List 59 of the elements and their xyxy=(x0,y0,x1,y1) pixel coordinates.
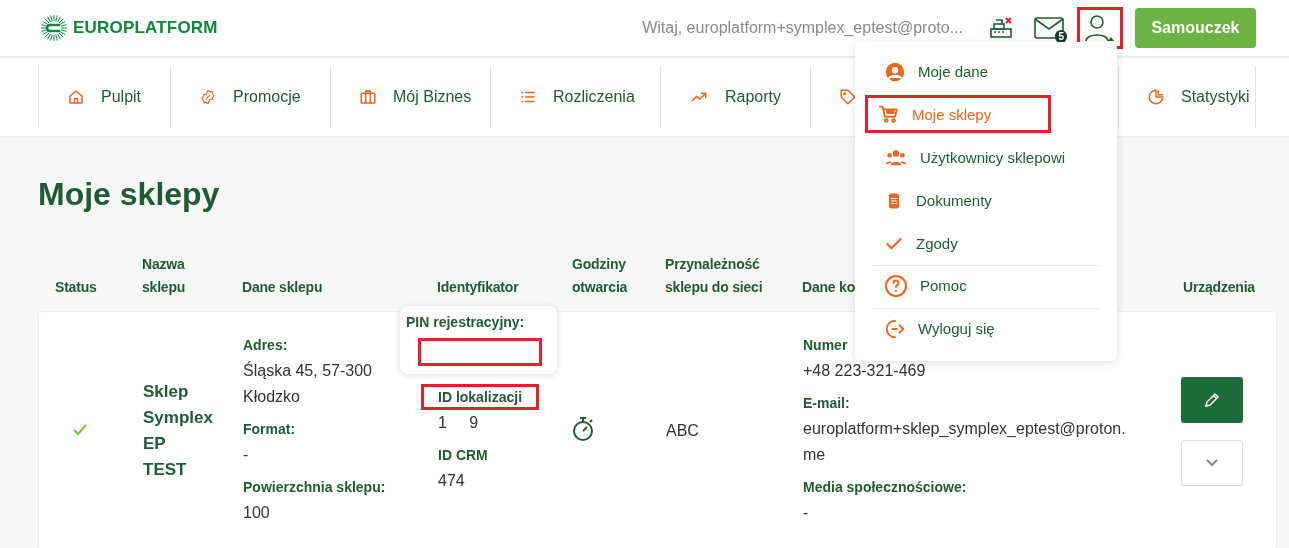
field-value: 100 xyxy=(243,503,271,523)
column-header: Przynależność sklepu do sieci xyxy=(665,256,763,295)
column-header: Dane sklepu xyxy=(242,279,323,295)
stopwatch-icon xyxy=(572,416,594,442)
percent-badge-icon xyxy=(199,88,217,106)
column-header: Status xyxy=(55,279,97,295)
menu-item[interactable]: Zgody xyxy=(871,222,1101,265)
field-value: 474 xyxy=(438,471,466,491)
menu-item[interactable]: Dokumenty xyxy=(871,179,1101,222)
menu-item[interactable]: Wyloguj się xyxy=(871,308,1101,351)
pencil-icon xyxy=(1203,390,1221,409)
field-label: Format: xyxy=(242,420,297,439)
field-label: Media społecznościowe: xyxy=(802,478,968,497)
cash-register-icon xyxy=(988,15,1014,41)
field-value: - xyxy=(243,445,250,465)
chevron-down-icon xyxy=(1206,458,1218,467)
column-header: Identyfikator xyxy=(437,279,519,295)
tag-icon xyxy=(839,88,857,106)
field-value: - xyxy=(803,503,810,523)
logo-text: EUROPLATFORM xyxy=(73,18,218,38)
greeting-text: Witaj, europlatform+symplex_eptest@proto... xyxy=(642,19,963,37)
column-header: Nazwa sklepu xyxy=(142,256,186,295)
column-header: Urządzenia xyxy=(1183,279,1255,295)
nav-item[interactable]: Promocje xyxy=(170,66,330,128)
field-label: Powierzchnia sklepu: xyxy=(242,478,387,497)
column-header: Dane ko xyxy=(802,279,856,295)
nav-item[interactable]: Mój Biznes xyxy=(330,66,490,128)
network-value: ABC xyxy=(666,422,700,440)
page-title: Moje sklepy xyxy=(38,176,220,214)
column-header: Godziny otwarcia xyxy=(572,256,628,295)
edit-button[interactable] xyxy=(1181,376,1243,423)
menu-item[interactable]: Użytkownicy sklepowi xyxy=(871,136,1101,179)
pin-label: PIN rejestracyjny: xyxy=(406,313,526,332)
briefcase-icon xyxy=(359,88,377,106)
field-value: +48 223-321-469 xyxy=(803,361,927,381)
nav-item[interactable]: Raporty xyxy=(660,66,810,128)
menu-item[interactable]: Moje dane xyxy=(871,50,1101,93)
field-label: ID lokalizacji xyxy=(421,384,540,410)
logo-icon xyxy=(40,14,68,42)
field-label: Numer xyxy=(802,336,849,355)
field-label: Adres: xyxy=(242,336,289,355)
home-icon xyxy=(67,88,85,106)
question-icon xyxy=(884,273,908,298)
pie-chart-icon xyxy=(1147,88,1165,106)
field-label: E-mail: xyxy=(802,394,851,413)
field-value: Śląska 45, 57-300 Kłodzko xyxy=(243,360,373,407)
store-name: Sklep Symplex EP TEST xyxy=(143,381,213,481)
envelope-icon xyxy=(1034,16,1064,40)
nav-item[interactable]: Rozliczenia xyxy=(490,66,660,128)
nav-item[interactable]: Statystyki xyxy=(1118,66,1256,128)
nav-item[interactable]: Pulpit xyxy=(38,66,170,128)
field-value: 1 9 xyxy=(438,413,480,433)
logout-icon xyxy=(884,317,906,340)
user-circle-icon xyxy=(884,60,906,83)
field-label: ID CRM xyxy=(437,446,489,465)
field-value: europlatform+sklep_symplex_eptest@proton.me xyxy=(803,419,1127,465)
menu-item[interactable]: Pomoc xyxy=(871,265,1101,308)
cart-icon xyxy=(878,103,900,125)
user-icon xyxy=(1084,13,1116,43)
